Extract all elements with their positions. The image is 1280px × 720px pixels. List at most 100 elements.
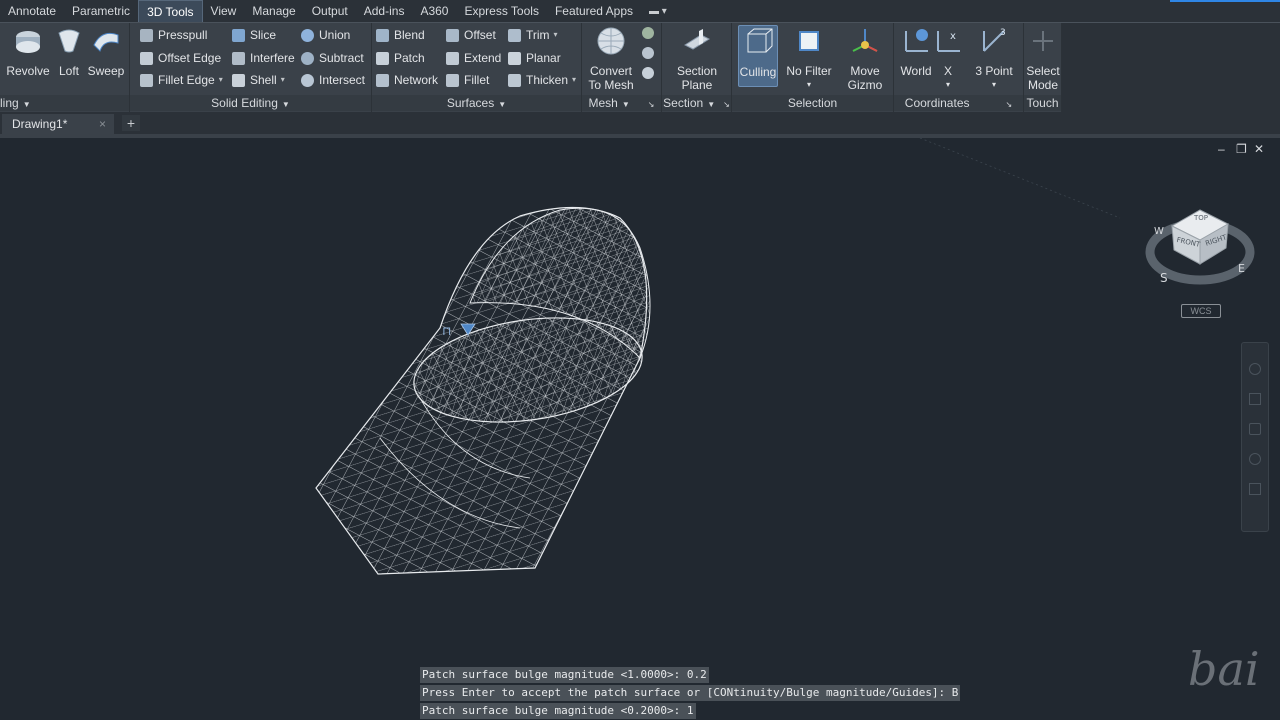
tab-a360[interactable]: A360	[412, 0, 456, 22]
subtract-button[interactable]: Subtract	[301, 49, 364, 67]
three-point-ucs-button[interactable]: 3 3 Point ▾	[970, 25, 1018, 92]
fillet-edge-icon	[140, 73, 153, 87]
culling-icon	[747, 28, 773, 53]
chevron-down-icon[interactable]: ▾	[219, 71, 223, 89]
convert-label-2: To Mesh	[588, 78, 634, 92]
tab-output[interactable]: Output	[304, 0, 356, 22]
file-tab-label: Drawing1*	[12, 117, 68, 131]
chevron-down-icon[interactable]: ▾	[281, 71, 285, 89]
thicken-button[interactable]: Thicken ▾	[508, 71, 576, 89]
zoom-icon[interactable]	[1249, 423, 1261, 435]
mesh-refine-icon[interactable]	[642, 47, 654, 59]
offset-edge-button[interactable]: Offset Edge	[140, 49, 221, 67]
trim-icon	[508, 28, 521, 42]
close-viewport-button[interactable]: ✕	[1254, 142, 1264, 156]
no-filter-button[interactable]: No Filter ▾	[784, 25, 834, 92]
panel-touch: Select Mode Touch	[1024, 23, 1062, 113]
navigation-bar[interactable]	[1241, 342, 1269, 532]
interfere-icon	[232, 51, 245, 65]
panel-title-coordinates[interactable]: Coordinates ↘	[894, 95, 1023, 111]
svg-text:x: x	[950, 31, 956, 42]
patch-button[interactable]: Patch	[376, 49, 425, 67]
sphere-mesh-icon	[597, 27, 625, 55]
command-history-line: Press Enter to accept the patch surface …	[420, 685, 961, 701]
tab-manage[interactable]: Manage	[244, 0, 303, 22]
offset-button[interactable]: Offset	[446, 26, 496, 44]
ribbon-options-icon[interactable]: ▬ ▾	[649, 6, 667, 17]
chevron-down-icon[interactable]: ▾	[572, 71, 576, 89]
filter-cube-icon	[799, 31, 819, 51]
wcs-menu-button[interactable]: WCS	[1181, 304, 1221, 318]
panel-title-surfaces[interactable]: Surfaces ▼	[372, 95, 581, 111]
section-plane-icon	[683, 29, 711, 50]
panel-modeling: Revolve Loft Sweep ling ▼	[0, 23, 130, 113]
ribbon-panels: Revolve Loft Sweep ling ▼ Presspull Offse…	[0, 22, 1280, 113]
mesh-crease-icon[interactable]	[642, 67, 654, 79]
watermark-logo: bai	[1188, 642, 1260, 696]
new-tab-button[interactable]: +	[122, 115, 140, 131]
pan-icon[interactable]	[1249, 393, 1261, 405]
presspull-button[interactable]: Presspull	[140, 26, 207, 44]
tab-featured-apps[interactable]: Featured Apps	[547, 0, 641, 22]
steering-wheel-icon[interactable]	[1249, 363, 1261, 375]
panel-title-solid-editing[interactable]: Solid Editing ▼	[130, 95, 371, 111]
move-gizmo-button[interactable]: Move Gizmo	[840, 25, 890, 92]
intersect-icon	[301, 73, 314, 87]
no-filter-label: No Filter	[786, 64, 832, 78]
extend-icon	[446, 51, 459, 65]
orbit-icon[interactable]	[1249, 453, 1261, 465]
fillet-button[interactable]: Fillet	[446, 71, 489, 89]
interfere-button[interactable]: Interfere	[232, 49, 295, 67]
x-label: X	[943, 64, 952, 78]
showmotion-icon[interactable]	[1249, 483, 1261, 495]
chevron-down-icon[interactable]: ▾	[554, 26, 558, 44]
compass-w-label: W	[1154, 226, 1164, 237]
panel-coordinates: World x X ▾ 3 3 Point ▾ Coordinates ↘	[894, 23, 1024, 113]
tab-parametric[interactable]: Parametric	[64, 0, 138, 22]
presspull-icon	[140, 28, 153, 42]
intersect-button[interactable]: Intersect	[301, 71, 365, 89]
panel-surfaces: Blend Patch Network Offset Extend Fillet…	[372, 23, 582, 113]
drawing-viewport[interactable]: ⊓ TOP FRONT RIGHT W S E	[0, 138, 1280, 720]
convert-label-1: Convert	[589, 64, 633, 78]
union-button[interactable]: Union	[301, 26, 350, 44]
panel-title-section[interactable]: Section ▼ ↘	[662, 95, 731, 111]
convert-to-mesh-button[interactable]: Convert To Mesh	[586, 25, 636, 92]
chevron-down-icon[interactable]: ▾	[970, 78, 1018, 92]
chevron-down-icon[interactable]: ▾	[784, 78, 834, 92]
tab-add-ins[interactable]: Add-ins	[356, 0, 413, 22]
chevron-down-icon[interactable]: ▾	[930, 78, 966, 92]
trim-button[interactable]: Trim ▾	[508, 26, 558, 44]
tab-annotate[interactable]: Annotate	[0, 0, 64, 22]
planar-button[interactable]: Planar	[508, 49, 561, 67]
network-button[interactable]: Network	[376, 71, 438, 89]
panel-title-modeling[interactable]: ling ▼	[0, 95, 129, 111]
slice-button[interactable]: Slice	[232, 26, 276, 44]
file-tab-drawing1[interactable]: Drawing1* ×	[2, 114, 114, 134]
tab-3d-tools[interactable]: 3D Tools	[138, 0, 203, 22]
wireframe-model[interactable]: ⊓ TOP FRONT RIGHT W S E	[0, 138, 1280, 720]
x-ucs-button[interactable]: x X ▾	[930, 25, 966, 92]
close-tab-icon[interactable]: ×	[99, 114, 106, 134]
minimize-button[interactable]: –	[1218, 142, 1225, 156]
shell-button[interactable]: Shell ▾	[232, 71, 285, 89]
tab-view[interactable]: View	[203, 0, 245, 22]
move-gizmo-icon	[852, 29, 878, 52]
viewcube[interactable]: TOP FRONT RIGHT W S E	[1145, 209, 1255, 285]
section-plane-button[interactable]: Section Plane	[672, 25, 722, 92]
sweep-button[interactable]: Sweep	[82, 25, 130, 78]
fillet-edge-button[interactable]: Fillet Edge ▾	[140, 71, 223, 89]
union-icon	[301, 28, 314, 42]
culling-button[interactable]: Culling	[738, 25, 778, 87]
x-axis-ucs-icon: x	[937, 31, 960, 52]
three-point-label: 3 Point	[975, 64, 1013, 78]
mesh-smooth-icon[interactable]	[642, 27, 654, 39]
tab-express-tools[interactable]: Express Tools	[456, 0, 546, 22]
select-mode-button[interactable]: Select Mode	[1019, 25, 1067, 92]
blend-button[interactable]: Blend	[376, 26, 425, 44]
panel-title-mesh[interactable]: Mesh ▼ ↘	[582, 95, 661, 111]
shell-icon	[232, 73, 245, 87]
restore-button[interactable]: ❐	[1236, 142, 1247, 156]
extend-button[interactable]: Extend	[446, 49, 501, 67]
section-plane-label-1: Section	[676, 64, 718, 78]
